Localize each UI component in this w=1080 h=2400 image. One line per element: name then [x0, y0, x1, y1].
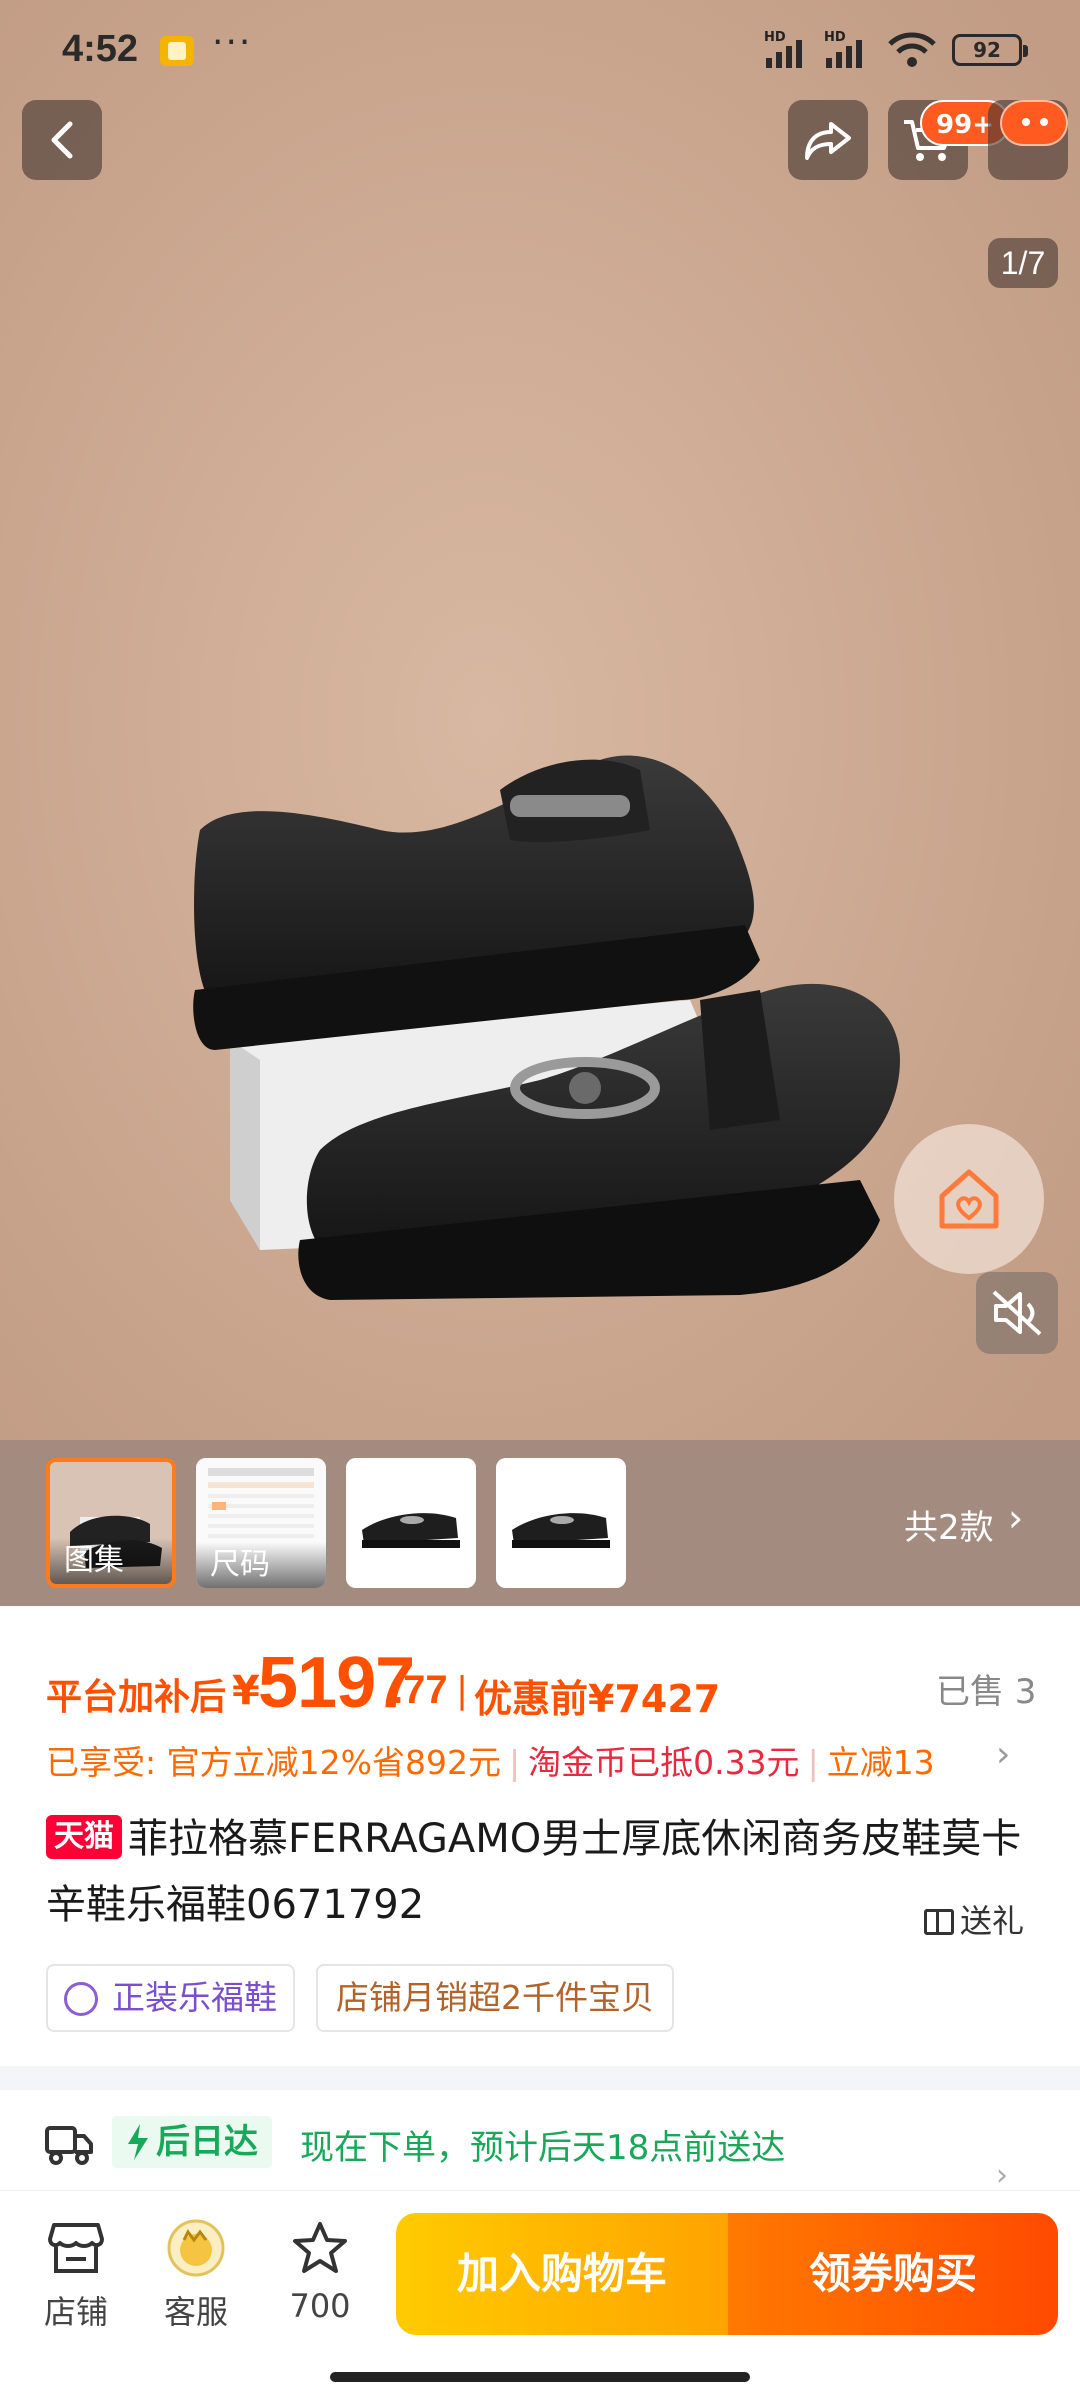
home-indicator[interactable]	[330, 2372, 750, 2382]
signal-icon-1	[766, 40, 802, 68]
status-time: 4:52	[62, 28, 139, 70]
gift-label: 送礼	[960, 1902, 1025, 1940]
lightning-icon	[128, 2124, 148, 2160]
product-page: 4:52 ··· HD HD 92 99+ 1/7 图集 尺码 共2款 › 平台…	[0, 0, 1080, 2400]
add-to-cart-button[interactable]: 加入购物车	[396, 2213, 728, 2335]
mute-button[interactable]	[976, 1272, 1058, 1354]
gift-icon	[924, 1909, 954, 1935]
variants-count[interactable]: 共2款	[904, 1500, 994, 1549]
customer-service-label: 客服	[163, 2293, 228, 2331]
messages-icon	[1000, 100, 1068, 146]
favorite-count: 700	[289, 2287, 351, 2325]
sold-count: 已售 3	[936, 1672, 1037, 1712]
image-page-indicator: 1/7	[988, 238, 1058, 288]
thumb-variant-2[interactable]	[496, 1458, 626, 1588]
wifi-icon	[888, 32, 936, 67]
tmall-badge: 天猫	[46, 1815, 122, 1859]
gift-button[interactable]: 送礼	[924, 1896, 1024, 1942]
thumb-variant-1[interactable]	[346, 1458, 476, 1588]
favorite-button[interactable]: 700	[270, 2215, 370, 2325]
bottom-action-bar: 店铺 客服 700 加入购物车 领券购买	[0, 2190, 1080, 2400]
delivery-truck-icon	[45, 2126, 93, 2165]
store-icon	[48, 2223, 104, 2273]
price-decimal: .77	[392, 1668, 448, 1712]
price-before-discount: 优惠前¥7427	[474, 1677, 721, 1721]
customer-service-button[interactable]: 客服	[146, 2215, 246, 2333]
share-button[interactable]	[788, 100, 868, 180]
thumb-size-chart[interactable]: 尺码	[196, 1458, 326, 1588]
buy-with-coupon-button[interactable]: 领券购买	[728, 2213, 1058, 2335]
benefit-instant-discount: 立减13	[826, 1743, 935, 1782]
thumbnail-strip: 图集 尺码 共2款 ›	[0, 1440, 1080, 1606]
benefit-official-discount: 已享受: 官方立减12%省892元	[46, 1743, 501, 1782]
chevron-left-icon	[51, 121, 73, 159]
chevron-right-icon: ›	[1008, 1496, 1024, 1540]
share-icon	[805, 122, 851, 160]
store-button[interactable]: 店铺	[26, 2215, 126, 2333]
status-bar: 4:52 ··· HD HD 92	[0, 0, 1080, 100]
delivery-estimate: 现在下单，预计后天18点前送达	[300, 2128, 786, 2168]
price-integer: 5197	[258, 1643, 415, 1723]
price-prefix: 平台加补后	[46, 1677, 227, 1718]
product-image-carousel[interactable]: 4:52 ··· HD HD 92 99+ 1/7	[0, 0, 1080, 1440]
store-sales-tag[interactable]: 店铺月销超2千件宝贝	[316, 1964, 674, 2032]
delivery-row[interactable]: 后日达 现在下单，预计后天18点前送达 ›	[0, 2090, 1080, 2193]
home-float-button[interactable]	[894, 1124, 1044, 1274]
product-info-section: 平台加补后 ¥ 5197 .77 | 优惠前¥7427 已售 3 已享受: 官方…	[0, 1606, 1080, 2066]
thumb-gallery[interactable]: 图集	[46, 1458, 176, 1588]
signal-icon-2	[826, 40, 862, 68]
benefit-coin: 淘金币已抵0.33元	[528, 1743, 800, 1782]
thumb-size-label: 尺码	[196, 1542, 326, 1588]
speaker-muted-icon	[992, 1290, 1042, 1336]
product-title: 天猫 菲拉格慕FERRAGAMO男士厚底休闲商务皮鞋莫卡辛鞋乐福鞋0671792	[46, 1806, 1036, 1938]
section-divider	[0, 2066, 1080, 2090]
category-tag-label: 正装乐福鞋	[112, 1978, 277, 2017]
thumb-variant-1-image	[346, 1458, 476, 1588]
price-separator: |	[456, 1670, 469, 1711]
notes-app-icon	[160, 36, 194, 66]
star-icon	[293, 2222, 347, 2273]
category-tag[interactable]: 正装乐福鞋	[46, 1964, 295, 2032]
back-button[interactable]	[22, 100, 102, 180]
trend-icon	[64, 1982, 98, 2016]
status-more-dots: ···	[212, 22, 253, 63]
benefit-divider: |	[508, 1743, 521, 1782]
thumb-gallery-label: 图集	[50, 1538, 172, 1584]
product-title-text: 菲拉格慕FERRAGAMO男士厚底休闲商务皮鞋莫卡辛鞋乐福鞋0671792	[46, 1816, 1022, 1928]
benefits-chevron-icon: ›	[996, 1734, 1011, 1775]
price-currency: ¥	[232, 1668, 260, 1714]
store-label: 店铺	[43, 2293, 108, 2331]
delivery-chevron-icon: ›	[996, 2158, 1008, 2193]
benefits-row[interactable]: 已享受: 官方立减12%省892元 | 淘金币已抵0.33元 | 立减13	[46, 1736, 1036, 1792]
home-heart-icon	[939, 1169, 999, 1229]
thumb-variant-2-image	[496, 1458, 626, 1588]
benefit-divider: |	[807, 1743, 819, 1782]
customer-service-icon	[167, 2219, 225, 2277]
battery-indicator: 92	[952, 34, 1028, 66]
